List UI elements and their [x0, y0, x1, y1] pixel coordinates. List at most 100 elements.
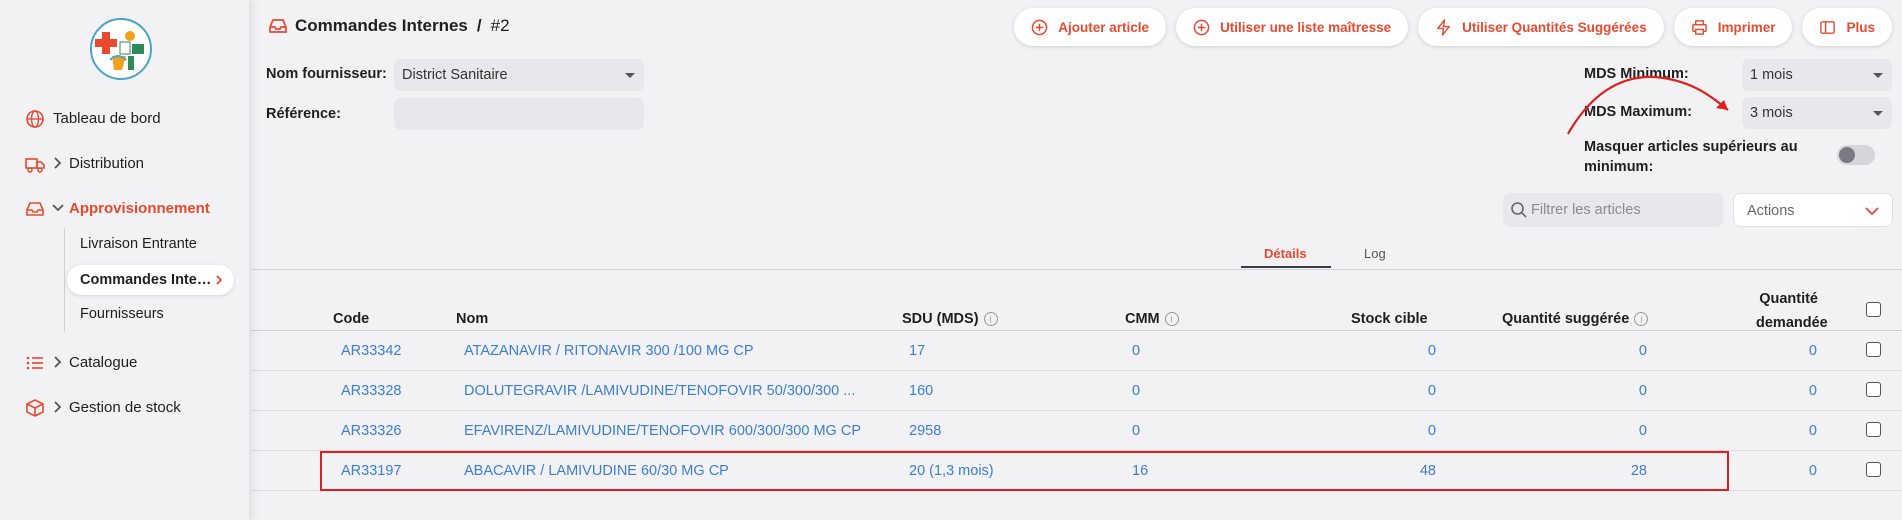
table-row[interactable]: AR33328 DOLUTEGRAVIR /LAMIVUDINE/TENOFOV… [251, 371, 1902, 411]
chevron-right-icon[interactable] [52, 156, 64, 170]
supplier-label: Nom fournisseur: [266, 66, 387, 82]
hide-label-line-2: minimum: [1584, 159, 1654, 175]
use-master-list-button[interactable]: Utiliser une liste maîtresse [1176, 8, 1409, 46]
table-row[interactable]: AR33342 ATAZANAVIR / RITONAVIR 300 /100 … [251, 331, 1902, 371]
sidebar-subitem-suppliers[interactable]: Fournisseurs [80, 306, 164, 322]
col-sdu[interactable]: SDU (MDS) i [902, 311, 998, 327]
cell-requested[interactable]: 0 [1793, 343, 1817, 359]
truck-icon [25, 158, 45, 173]
col-cmm-label: CMM [1125, 311, 1160, 327]
sidebar-subitem-inbound[interactable]: Livraison Entrante [80, 236, 197, 252]
printer-icon [1691, 19, 1707, 35]
supplier-value: District Sanitaire [402, 67, 508, 83]
actions-label: Actions [1747, 203, 1795, 219]
info-icon[interactable]: i [1164, 312, 1179, 326]
col-requested-line-1: Quantité [1759, 291, 1818, 307]
row-checkbox[interactable] [1866, 382, 1881, 397]
sidebar-item-replenishment[interactable]: Approvisionnement [0, 191, 250, 225]
search-icon [1511, 202, 1527, 218]
cell-requested[interactable]: 0 [1793, 463, 1817, 479]
cell-name: ATAZANAVIR / RITONAVIR 300 /100 MG CP [464, 343, 754, 359]
print-button[interactable]: Imprimer [1673, 8, 1793, 46]
tab-log[interactable]: Log [1364, 246, 1386, 261]
add-item-button[interactable]: Ajouter article [1014, 8, 1167, 46]
cell-suggested: 0 [1638, 383, 1647, 399]
info-icon[interactable]: i [1634, 312, 1649, 326]
lightning-icon [1437, 18, 1451, 36]
breadcrumb-title[interactable]: Commandes Internes [295, 16, 468, 36]
cell-code: AR33326 [341, 423, 402, 439]
chevron-right-icon[interactable] [52, 355, 64, 369]
mds-max-select[interactable]: 3 mois [1742, 97, 1892, 129]
col-code[interactable]: Code [333, 311, 369, 327]
plus-circle-icon [1193, 19, 1210, 35]
sidebar-item-dashboard[interactable]: Tableau de bord [0, 101, 250, 135]
cell-target: 0 [1427, 343, 1436, 359]
cell-suggested: 0 [1638, 423, 1647, 439]
suggested-qty-label: Utiliser Quantités Suggérées [1462, 19, 1647, 35]
print-label: Imprimer [1717, 19, 1776, 35]
annotation-highlight-box [320, 451, 1729, 491]
caret-down-icon [1873, 111, 1883, 116]
mds-min-value: 1 mois [1750, 67, 1793, 83]
row-checkbox[interactable] [1866, 342, 1881, 357]
col-requested-qty[interactable]: Quantité demandée [1756, 287, 1828, 335]
tab-details[interactable]: Détails [1264, 246, 1307, 261]
cell-name: DOLUTEGRAVIR /LAMIVUDINE/TENOFOVIR 50/30… [464, 383, 856, 399]
master-list-label: Utiliser une liste maîtresse [1220, 19, 1392, 35]
cell-target: 0 [1427, 383, 1436, 399]
cell-cmm: 0 [1132, 383, 1141, 399]
chevron-right-icon [216, 275, 223, 285]
table-row[interactable]: AR33326 EFAVIRENZ/LAMIVUDINE/TENOFOVIR 6… [251, 411, 1902, 451]
cell-cmm: 0 [1132, 423, 1141, 439]
supplier-select[interactable]: District Sanitaire [394, 59, 644, 91]
sidebar-subitem-internal-orders[interactable]: Commandes Internes [67, 265, 234, 295]
app-logo[interactable] [90, 18, 152, 80]
sidebar-item-stock[interactable]: Gestion de stock [0, 390, 250, 424]
col-name[interactable]: Nom [456, 311, 488, 327]
cell-target: 0 [1427, 423, 1436, 439]
chevron-down-icon [1865, 207, 1879, 216]
list-icon [26, 356, 43, 370]
tabs: Détails Log [251, 238, 1902, 270]
sidebar-item-distribution[interactable]: Distribution [0, 146, 250, 180]
actions-dropdown[interactable]: Actions [1733, 193, 1893, 227]
use-suggested-quantities-button[interactable]: Utiliser Quantités Suggérées [1418, 8, 1664, 46]
more-button[interactable]: Plus [1802, 8, 1892, 46]
info-icon[interactable]: i [983, 312, 998, 326]
annotation-arrow-icon [1567, 75, 1729, 135]
reference-input[interactable] [394, 98, 644, 130]
sidebar-item-label: Tableau de bord [53, 110, 161, 127]
select-all-checkbox[interactable] [1866, 302, 1881, 317]
col-cmm[interactable]: CMM i [1125, 311, 1179, 327]
tab-active-indicator [1241, 266, 1331, 268]
mds-max-value: 3 mois [1750, 105, 1793, 121]
caret-down-icon [1873, 73, 1883, 78]
chevron-down-icon[interactable] [52, 201, 64, 215]
col-suggested-qty[interactable]: Quantité suggérée i [1502, 311, 1649, 327]
cell-code: AR33328 [341, 383, 402, 399]
plus-circle-icon [1031, 19, 1048, 35]
cell-cmm: 0 [1132, 343, 1141, 359]
submenu-line [64, 228, 65, 332]
row-checkbox[interactable] [1866, 462, 1881, 477]
sidebar-subitem-label: Commandes Internes [80, 272, 215, 288]
toggle-knob [1839, 147, 1855, 163]
filter-items-input[interactable]: Filtrer les articles [1503, 193, 1723, 227]
mds-min-select[interactable]: 1 mois [1742, 59, 1892, 91]
cell-sdu: 2958 [909, 423, 942, 439]
hide-above-min-toggle[interactable] [1837, 145, 1875, 165]
sidebar-item-catalogue[interactable]: Catalogue [0, 345, 250, 379]
cell-sdu: 160 [909, 383, 934, 399]
cell-requested[interactable]: 0 [1793, 423, 1817, 439]
page-title: Commandes Internes / #2 [268, 16, 510, 36]
chevron-right-icon[interactable] [52, 400, 64, 414]
col-target-stock[interactable]: Stock cible [1351, 311, 1428, 327]
sidebar-item-label: Distribution [69, 155, 145, 172]
row-checkbox[interactable] [1866, 422, 1881, 437]
col-suggested-label: Quantité suggérée [1502, 311, 1630, 327]
cell-requested[interactable]: 0 [1793, 383, 1817, 399]
order-number: #2 [490, 16, 510, 35]
sidebar: Tableau de bord Distribution Approvision… [0, 0, 250, 520]
add-item-label: Ajouter article [1058, 19, 1150, 35]
